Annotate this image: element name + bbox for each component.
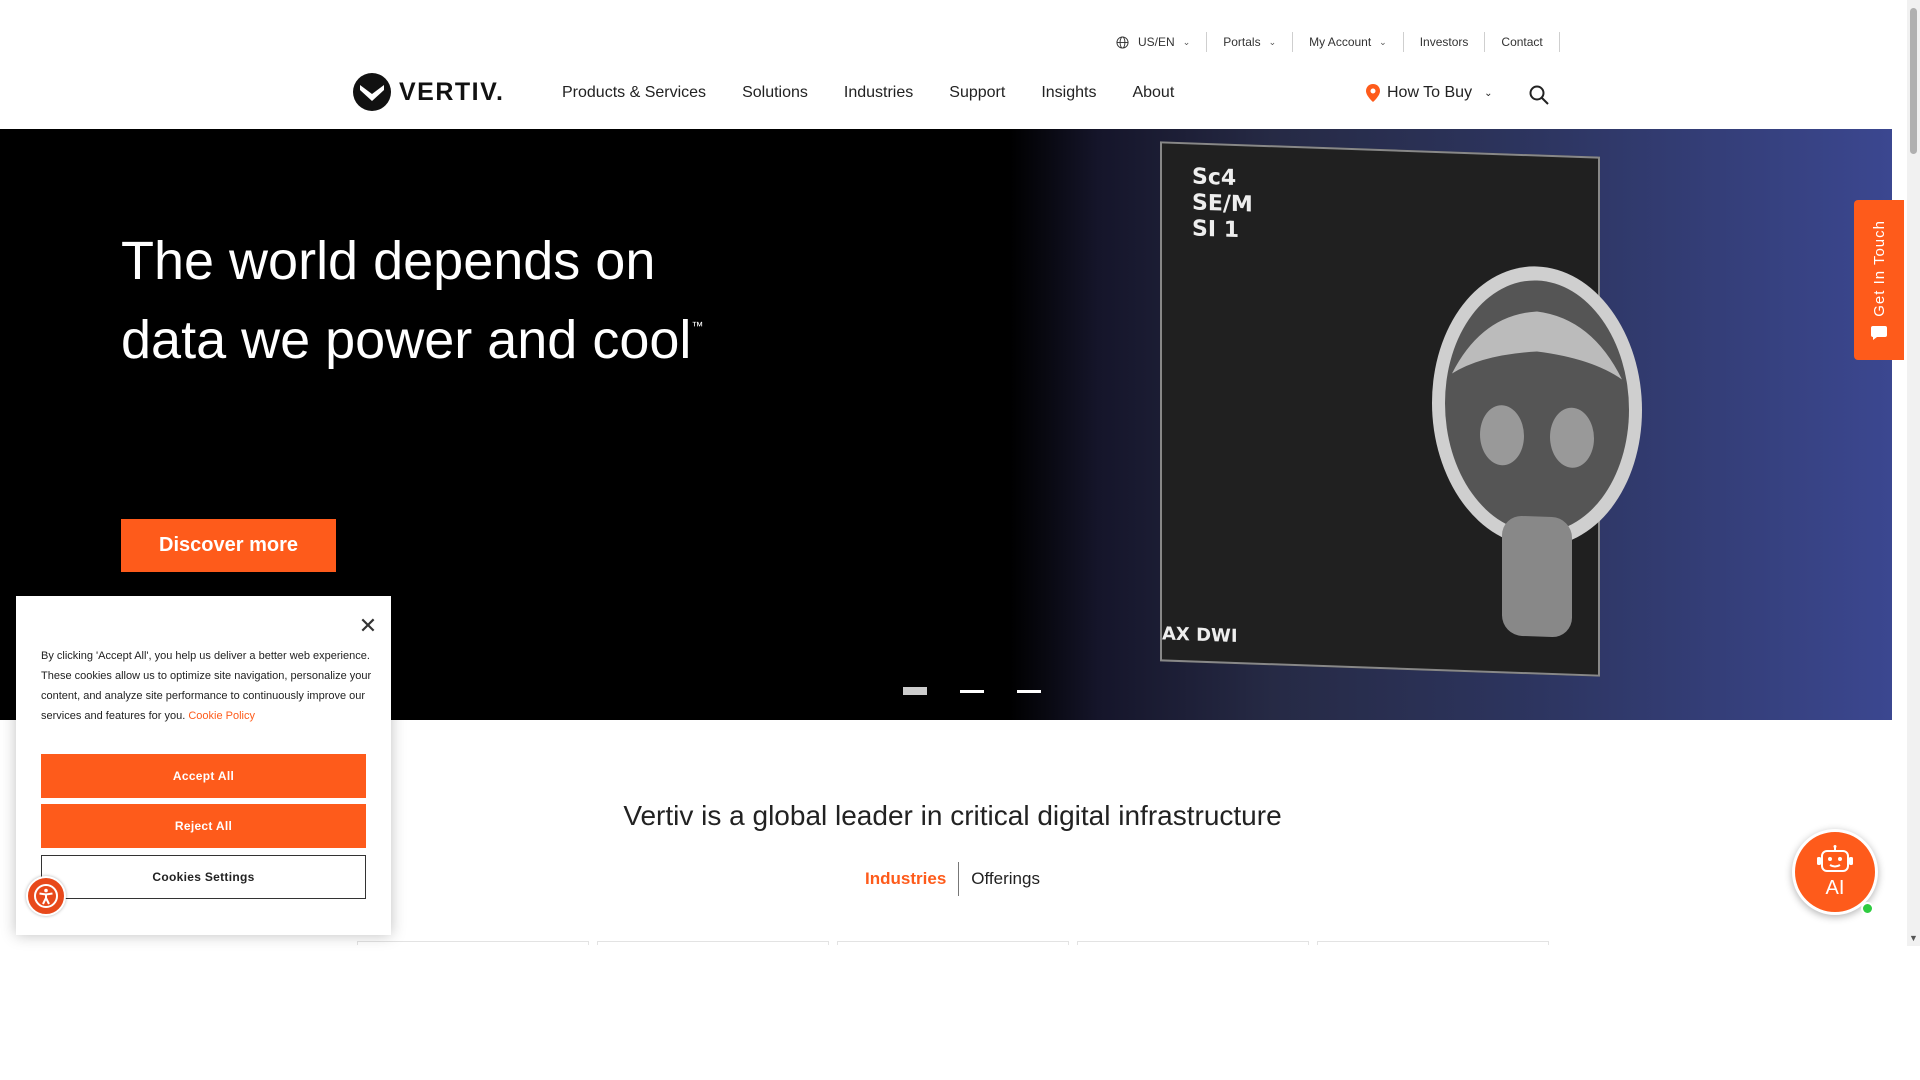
logo-text: VERTIV.	[399, 77, 505, 106]
scrollbar-thumb[interactable]	[1910, 8, 1917, 154]
investors-label: Investors	[1419, 35, 1469, 49]
screen-label: SE/M	[1192, 190, 1253, 218]
contact-link[interactable]: Contact	[1485, 32, 1560, 52]
main-header: VERTIV. Products & Services Solutions In…	[0, 66, 1908, 128]
get-in-touch-label: Get In Touch	[1870, 219, 1888, 317]
accept-all-button[interactable]: Accept All	[41, 754, 366, 798]
reject-all-button[interactable]: Reject All	[41, 804, 366, 848]
chevron-down-icon: ⌄	[1379, 36, 1387, 47]
mri-monitor: Sc4 SE/M SI 1 AX DWI	[1160, 141, 1642, 677]
brain-scan-image	[1432, 266, 1642, 638]
vertiv-logo[interactable]: VERTIV.	[352, 72, 504, 112]
portals-label: Portals	[1223, 35, 1261, 49]
how-to-buy-label: How To Buy	[1387, 84, 1473, 101]
investors-link[interactable]: Investors	[1404, 32, 1486, 52]
tab-offerings[interactable]: Offerings	[959, 862, 1052, 896]
industry-card[interactable]	[837, 941, 1069, 945]
my-account-label: My Account	[1309, 35, 1372, 49]
cookie-consent-banner: ✕ By clicking 'Accept All', you help us …	[16, 596, 391, 935]
carousel-dot-2[interactable]	[960, 690, 984, 693]
chat-icon	[1871, 326, 1887, 341]
nav-industries[interactable]: Industries	[844, 84, 913, 102]
vertiv-logo-mark	[353, 73, 391, 111]
carousel-dot-3[interactable]	[1017, 690, 1041, 693]
cookies-settings-button[interactable]: Cookies Settings	[41, 855, 366, 899]
search-icon[interactable]	[1529, 85, 1549, 105]
locale-selector[interactable]: US/EN ⌄	[1100, 32, 1208, 52]
utility-bar: US/EN ⌄ Portals ⌄ My Account ⌄ Investors…	[1100, 30, 1560, 54]
hero-headline-text: The world depends on data we power and c…	[121, 231, 692, 370]
discover-more-button[interactable]: Discover more	[121, 519, 336, 572]
trademark-symbol: ™	[691, 319, 704, 333]
industry-card[interactable]	[597, 941, 829, 945]
globe-icon	[1116, 35, 1129, 49]
accessibility-icon[interactable]	[26, 876, 66, 916]
nav-solutions[interactable]: Solutions	[742, 84, 808, 102]
screen-label: SI 1	[1192, 216, 1239, 244]
page: US/EN ⌄ Portals ⌄ My Account ⌄ Investors…	[0, 0, 1920, 1080]
ai-label: AI	[1825, 876, 1845, 899]
industry-card[interactable]	[1077, 941, 1309, 945]
close-icon[interactable]: ✕	[356, 614, 380, 638]
portals-menu[interactable]: Portals ⌄	[1207, 32, 1294, 52]
screen-label: AX DWI	[1162, 623, 1238, 648]
nav-insights[interactable]: Insights	[1041, 84, 1096, 102]
nav-support[interactable]: Support	[949, 84, 1005, 102]
primary-nav: Products & Services Solutions Industries…	[562, 84, 1210, 102]
carousel-indicators	[903, 687, 1074, 695]
cookie-policy-link[interactable]: Cookie Policy	[188, 710, 255, 722]
tab-industries[interactable]: Industries	[853, 862, 960, 896]
carousel-dot-1[interactable]	[903, 687, 927, 695]
my-account-menu[interactable]: My Account ⌄	[1293, 32, 1404, 52]
nav-products-services[interactable]: Products & Services	[562, 84, 706, 102]
scroll-down-arrow-icon[interactable]: ▼	[1909, 933, 1918, 943]
screen-label: Sc4	[1192, 164, 1237, 191]
location-pin-icon	[1366, 84, 1380, 102]
robot-icon	[1817, 844, 1853, 872]
chevron-down-icon: ⌄	[1182, 36, 1191, 47]
get-in-touch-tab[interactable]: Get In Touch	[1854, 200, 1904, 360]
page-scrollbar[interactable]: ▼	[1907, 0, 1920, 946]
cookie-text: By clicking 'Accept All', you help us de…	[41, 646, 376, 726]
contact-label: Contact	[1501, 35, 1543, 49]
online-status-indicator	[1861, 902, 1874, 915]
accessibility-figure-icon	[34, 884, 58, 908]
industry-cards	[357, 941, 1557, 945]
industry-card[interactable]	[357, 941, 589, 945]
chevron-down-icon: ⌄	[1268, 36, 1277, 47]
locale-label: US/EN	[1138, 35, 1175, 49]
industry-card[interactable]	[1317, 941, 1549, 945]
chevron-down-icon: ⌄	[1484, 87, 1493, 99]
hero-headline: The world depends on data we power and c…	[121, 229, 721, 373]
hero-image-mri-scan: Sc4 SE/M SI 1 AX DWI	[1010, 129, 1892, 720]
ai-chatbot-button[interactable]: AI	[1792, 829, 1878, 915]
nav-about[interactable]: About	[1132, 84, 1174, 102]
how-to-buy-menu[interactable]: How To Buy ⌄	[1366, 84, 1492, 102]
